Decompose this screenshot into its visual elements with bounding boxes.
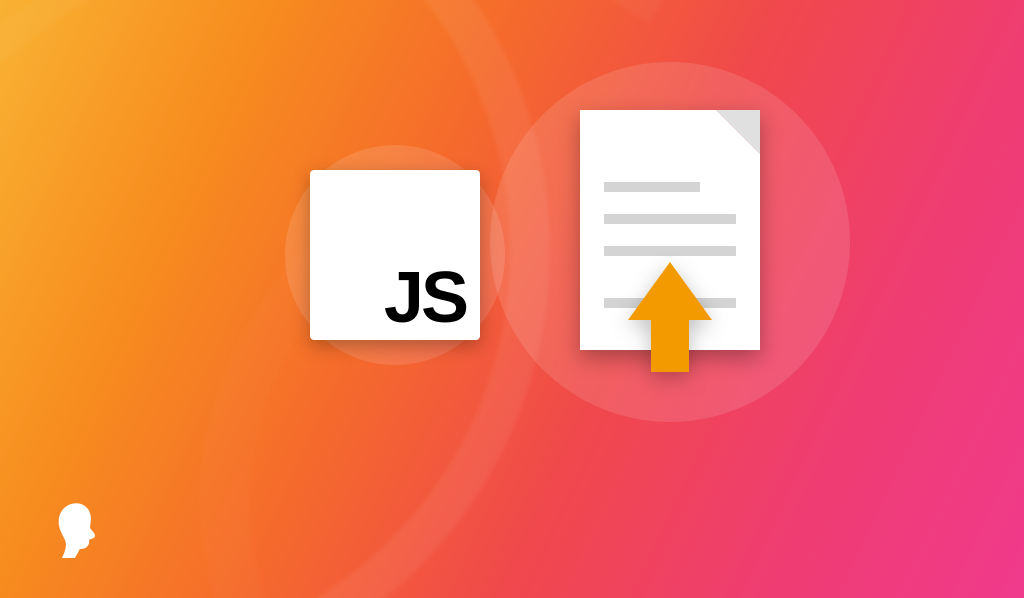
upload-arrow-icon [628, 262, 712, 372]
js-logo-text: JS [384, 262, 466, 334]
document-line [604, 214, 736, 224]
brand-head-icon [52, 500, 104, 558]
document-line [604, 246, 736, 256]
hero-graphic: JS [0, 0, 1024, 598]
document-fold-icon [716, 110, 760, 154]
upload-arrow-head [628, 262, 712, 320]
document-line [604, 182, 700, 192]
javascript-logo-icon: JS [310, 170, 480, 340]
upload-arrow-stem [651, 320, 689, 372]
